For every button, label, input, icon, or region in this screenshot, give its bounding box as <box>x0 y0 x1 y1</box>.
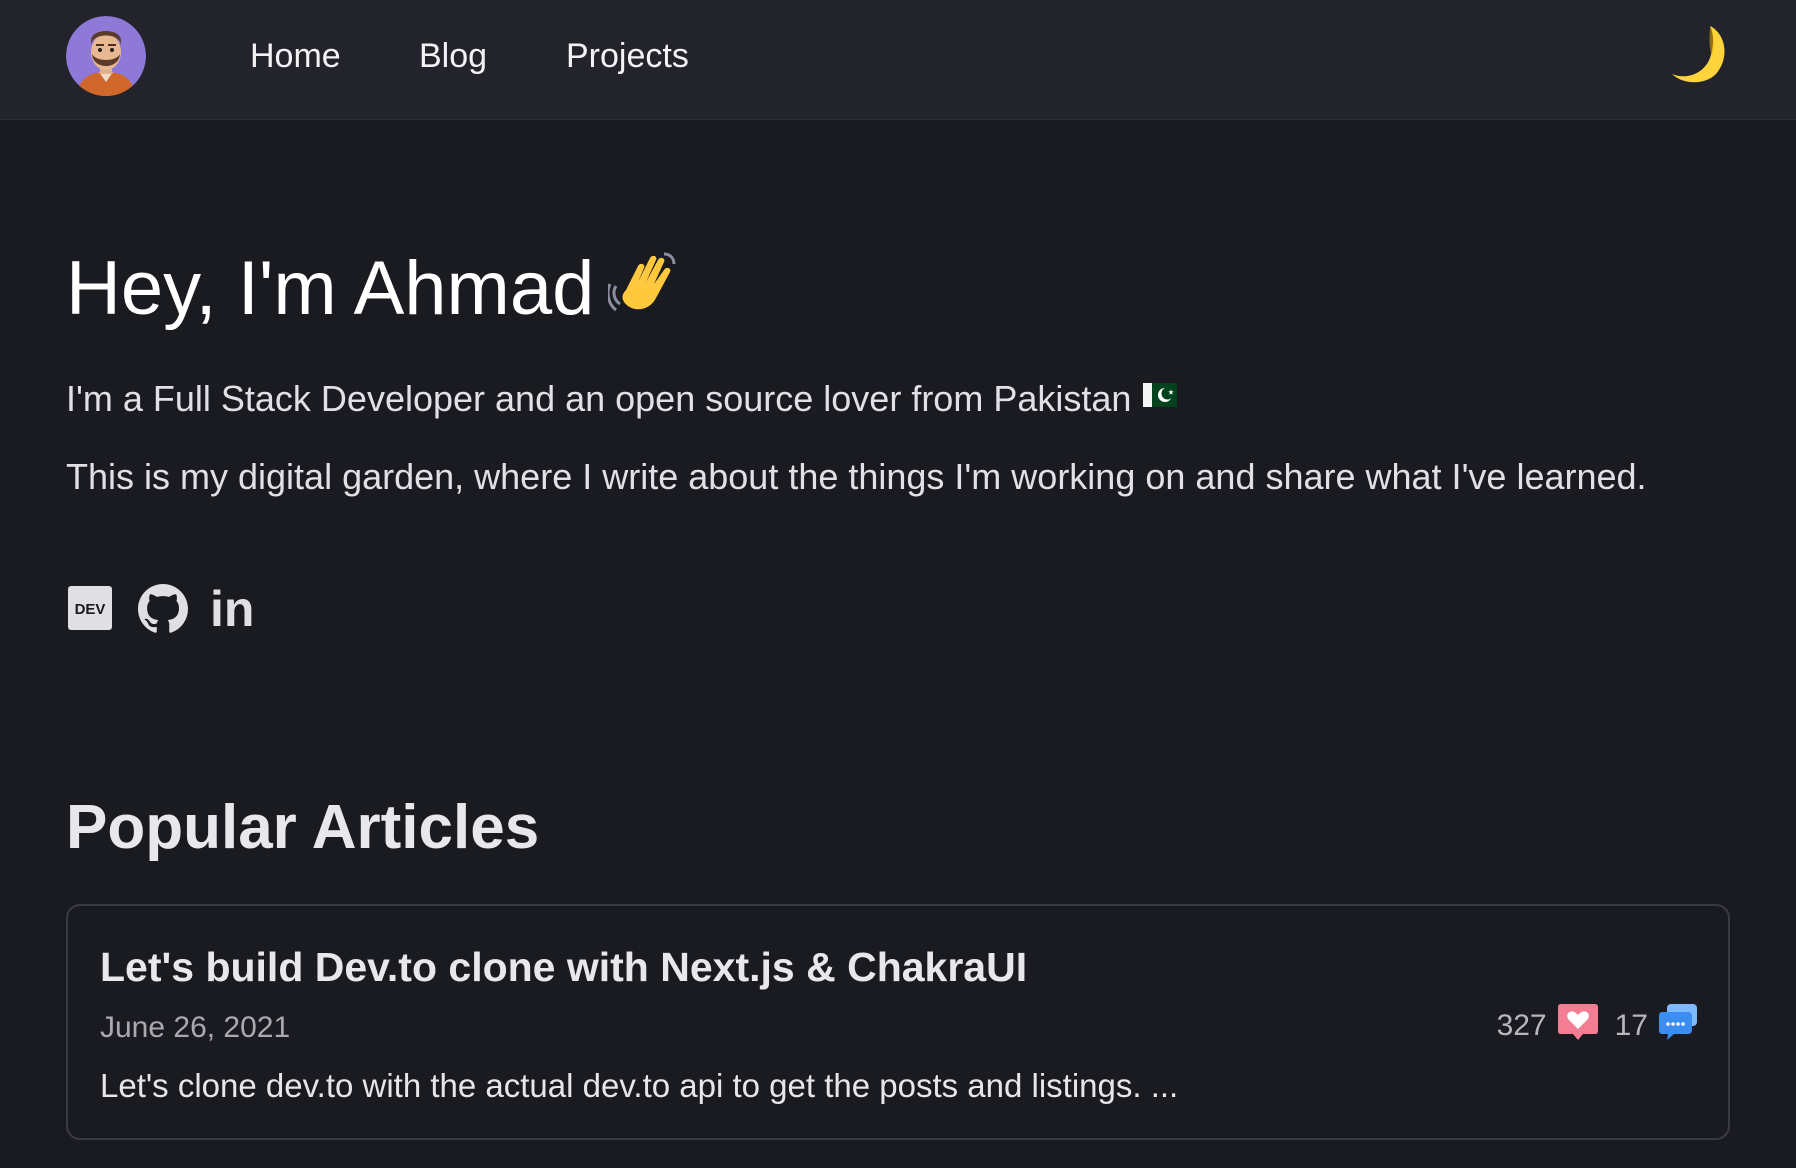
pakistan-flag-icon <box>1143 370 1178 420</box>
github-icon[interactable] <box>138 584 188 639</box>
waving-hand-icon <box>606 246 682 340</box>
intro-sentence: I'm a Full Stack Developer and an open s… <box>66 378 1132 419</box>
nav-link-projects[interactable]: Projects <box>566 36 689 76</box>
linkedin-icon[interactable]: in <box>208 581 258 639</box>
article-stats: 327 17 <box>1497 1004 1698 1048</box>
dev-icon[interactable]: DEV <box>68 586 112 635</box>
popular-articles-heading: Popular Articles <box>66 793 540 862</box>
garden-text: This is my digital garden, where I write… <box>66 456 1647 497</box>
avatar-icon[interactable] <box>66 16 146 96</box>
dev-icon-label: DEV <box>75 601 106 618</box>
article-excerpt: Let's clone dev.to with the actual dev.t… <box>100 1067 1179 1104</box>
reactions-count: 327 <box>1496 1009 1547 1042</box>
nav-link-blog[interactable]: Blog <box>419 36 487 76</box>
linkedin-icon-label: in <box>210 584 254 634</box>
comment-icon <box>1658 1002 1698 1050</box>
crescent-moon-icon[interactable] <box>1664 20 1732 88</box>
article-date: June 26, 2021 <box>100 1011 291 1044</box>
comments-count: 17 <box>1614 1009 1648 1042</box>
heart-icon <box>1557 1002 1599 1050</box>
top-navigation: Home Blog Projects <box>0 0 1796 120</box>
hero-title-text: Hey, I'm Ahmad <box>66 246 595 331</box>
article-title[interactable]: Let's build Dev.to clone with Next.js & … <box>100 942 1027 992</box>
intro-text: I'm a Full Stack Developer and an open s… <box>66 370 1178 424</box>
article-card[interactable]: Let's build Dev.to clone with Next.js & … <box>66 904 1730 1140</box>
nav-link-home[interactable]: Home <box>250 36 341 76</box>
hero-title: Hey, I'm Ahmad <box>66 244 682 340</box>
